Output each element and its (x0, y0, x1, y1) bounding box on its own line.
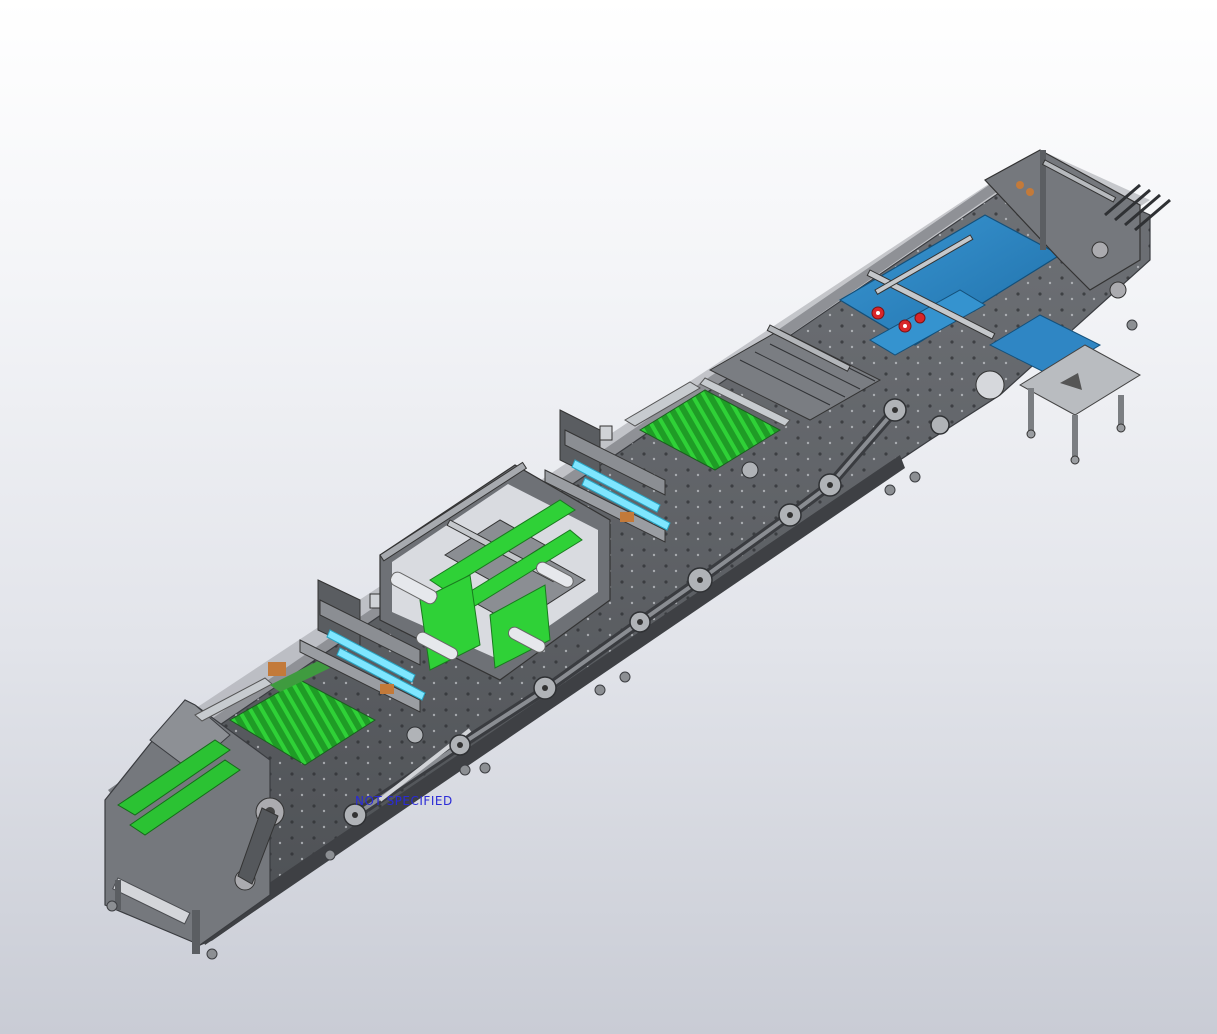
red-marker-roller-1[interactable] (871, 306, 885, 320)
cad-viewport[interactable]: NOT SPECIFIED (0, 0, 1217, 1034)
red-marker-roller-3[interactable] (914, 312, 926, 324)
annotation-label: NOT SPECIFIED (355, 794, 453, 808)
red-marker-roller-2[interactable] (898, 319, 912, 333)
machine-model[interactable]: NOT SPECIFIED (0, 0, 1217, 1034)
